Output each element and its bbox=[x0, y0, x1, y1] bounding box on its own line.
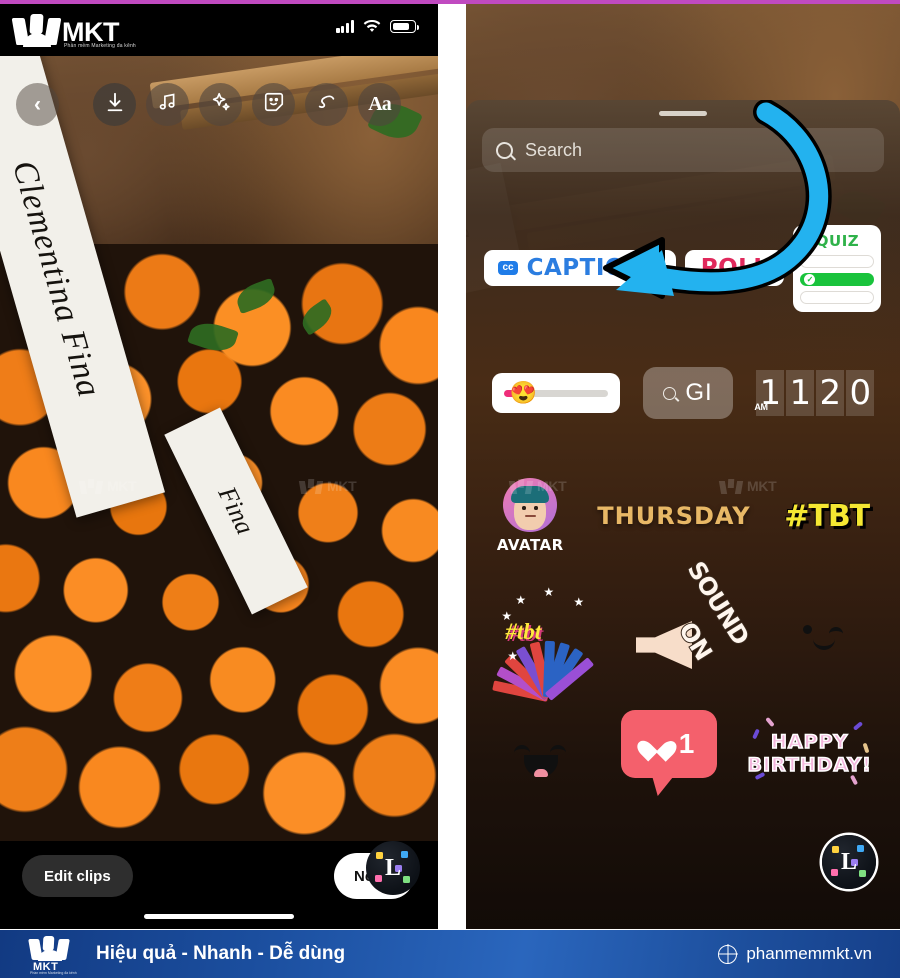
page-footer: MKT Phần mềm Marketing đa kênh Hiệu quả … bbox=[0, 930, 900, 978]
watermark-badge: L bbox=[822, 835, 876, 889]
story-photo: Clementina Fina Fina bbox=[0, 56, 438, 841]
avatar bbox=[503, 478, 558, 532]
text-button[interactable]: Aa bbox=[358, 82, 401, 126]
status-bar: MKT Phần mềm Marketing đa kênh bbox=[0, 4, 438, 56]
cc-icon: cc bbox=[498, 261, 518, 275]
tray-grabber[interactable] bbox=[659, 111, 707, 116]
birthday-line-1: HAPPY bbox=[770, 730, 849, 754]
slider-emoji: 😍 bbox=[509, 380, 538, 405]
sticker-smiley-icon bbox=[263, 91, 285, 118]
mkt-mark-icon bbox=[28, 936, 70, 961]
sticker-tray: Search cc CAPTIONS POLL QUIZ ✓ 😍 GI AM 1… bbox=[466, 100, 900, 929]
footer-logo: MKT Phần mềm Marketing đa kênh bbox=[28, 936, 77, 975]
music-button[interactable] bbox=[146, 82, 189, 126]
draw-button[interactable] bbox=[305, 82, 348, 126]
back-icon: ‹ bbox=[34, 92, 41, 116]
screenshot-root: Clementina Fina Fina MKT Phần mềm Market… bbox=[0, 0, 900, 978]
poll-label: POLL bbox=[700, 255, 769, 281]
clock-digit: 2 bbox=[816, 370, 845, 416]
captions-label: CAPTIONS bbox=[526, 255, 662, 281]
sticker-button[interactable] bbox=[252, 82, 295, 126]
badge-letter: L bbox=[840, 849, 857, 875]
quiz-option-selected[interactable] bbox=[800, 272, 875, 286]
squiggle-icon bbox=[316, 91, 338, 118]
captions-sticker[interactable]: cc CAPTIONS bbox=[484, 250, 676, 286]
save-button[interactable] bbox=[93, 82, 136, 126]
brand-logo: MKT Phần mềm Marketing đa kênh bbox=[11, 14, 136, 49]
gif-search-sticker[interactable]: GI bbox=[642, 367, 733, 419]
happy-birthday-sticker[interactable]: HAPPY BIRTHDAY! bbox=[747, 713, 872, 793]
effects-button[interactable] bbox=[199, 82, 242, 126]
left-phone-screen: Clementina Fina Fina MKT Phần mềm Market… bbox=[0, 4, 438, 929]
quiz-option[interactable] bbox=[800, 290, 875, 304]
search-input[interactable]: Search bbox=[482, 128, 884, 172]
tbt-burst-sticker[interactable]: ★ ★ ★ ★ ★ #tbt bbox=[492, 585, 597, 702]
tbt-label: #TBT bbox=[784, 498, 870, 534]
battery-icon bbox=[390, 20, 420, 33]
sticker-row: cc CAPTIONS POLL QUIZ bbox=[466, 222, 900, 314]
clock-digit: 0 bbox=[846, 370, 875, 416]
avatar-sticker[interactable]: AVATAR bbox=[497, 478, 564, 554]
heart-icon bbox=[644, 732, 670, 756]
pink-heart-sticker[interactable] bbox=[496, 711, 588, 795]
footer-website[interactable]: phanmemmkt.vn bbox=[718, 944, 872, 964]
sticker-row: ★ ★ ★ ★ ★ #tbt SOUND ON bbox=[466, 555, 900, 702]
text-aa-icon: Aa bbox=[368, 92, 391, 115]
quiz-sticker[interactable]: QUIZ bbox=[793, 224, 882, 312]
sound-on-sticker[interactable]: SOUND ON bbox=[632, 555, 755, 679]
brand-tagline: Phần mềm Marketing đa kênh bbox=[64, 43, 136, 49]
gif-label: GI bbox=[685, 379, 713, 406]
search-icon bbox=[496, 141, 513, 159]
signal-icon bbox=[336, 20, 354, 33]
wifi-icon bbox=[363, 19, 381, 33]
phone-gutter bbox=[438, 0, 466, 930]
sticker-row: AVATAR THURSDAY #TBT bbox=[466, 476, 900, 556]
download-icon bbox=[104, 91, 126, 118]
music-note-icon bbox=[157, 91, 178, 117]
home-indicator bbox=[144, 914, 294, 919]
footer-url: phanmemmkt.vn bbox=[746, 944, 872, 963]
back-button[interactable]: ‹ bbox=[16, 82, 59, 126]
thursday-sticker[interactable]: THURSDAY bbox=[597, 502, 750, 530]
thursday-label: THURSDAY bbox=[597, 502, 751, 530]
status-icons bbox=[336, 19, 420, 33]
right-phone-screen: a Search cc CAPTIONS bbox=[466, 4, 900, 929]
poll-sticker[interactable]: POLL bbox=[684, 250, 785, 286]
quiz-option[interactable] bbox=[800, 254, 875, 268]
emoji-slider-sticker[interactable]: 😍 bbox=[491, 373, 620, 413]
story-toolbar: ‹ Aa bbox=[0, 82, 438, 126]
top-accent-rule bbox=[0, 0, 900, 4]
clock-meridiem: AM bbox=[754, 402, 768, 412]
globe-icon bbox=[718, 944, 738, 964]
tbt-sticker[interactable]: #TBT bbox=[784, 498, 870, 534]
search-placeholder: Search bbox=[525, 139, 583, 160]
watermark-badge: L bbox=[366, 841, 420, 895]
footer-slogan: Hiệu quả - Nhanh - Dễ dùng bbox=[96, 943, 346, 964]
edit-clips-button[interactable]: Edit clips bbox=[22, 855, 133, 897]
birthday-line-2: BIRTHDAY! bbox=[747, 753, 872, 777]
sparkle-icon bbox=[210, 91, 232, 118]
like-count: 1 bbox=[678, 728, 695, 759]
footer-brand-tagline: Phần mềm Marketing đa kênh bbox=[30, 971, 77, 975]
blue-heart-sticker[interactable] bbox=[777, 589, 869, 673]
quiz-label: QUIZ bbox=[815, 231, 860, 250]
badge-letter: L bbox=[384, 855, 401, 881]
sticker-grid: cc CAPTIONS POLL QUIZ ✓ 😍 GI AM 1 1 2 0 … bbox=[466, 204, 900, 929]
sticker-row: 😍 GI AM 1 1 2 0 bbox=[466, 356, 900, 430]
sticker-row: 1 HAPPY BIRTHDAY! bbox=[466, 700, 900, 806]
mkt-mark-icon bbox=[11, 14, 62, 47]
avatar-label: AVATAR bbox=[496, 536, 564, 554]
search-icon bbox=[663, 386, 677, 400]
clock-digit: 1 bbox=[786, 370, 815, 416]
like-count-sticker[interactable]: 1 bbox=[620, 710, 717, 796]
clock-sticker[interactable]: AM 1 1 2 0 bbox=[754, 370, 875, 416]
